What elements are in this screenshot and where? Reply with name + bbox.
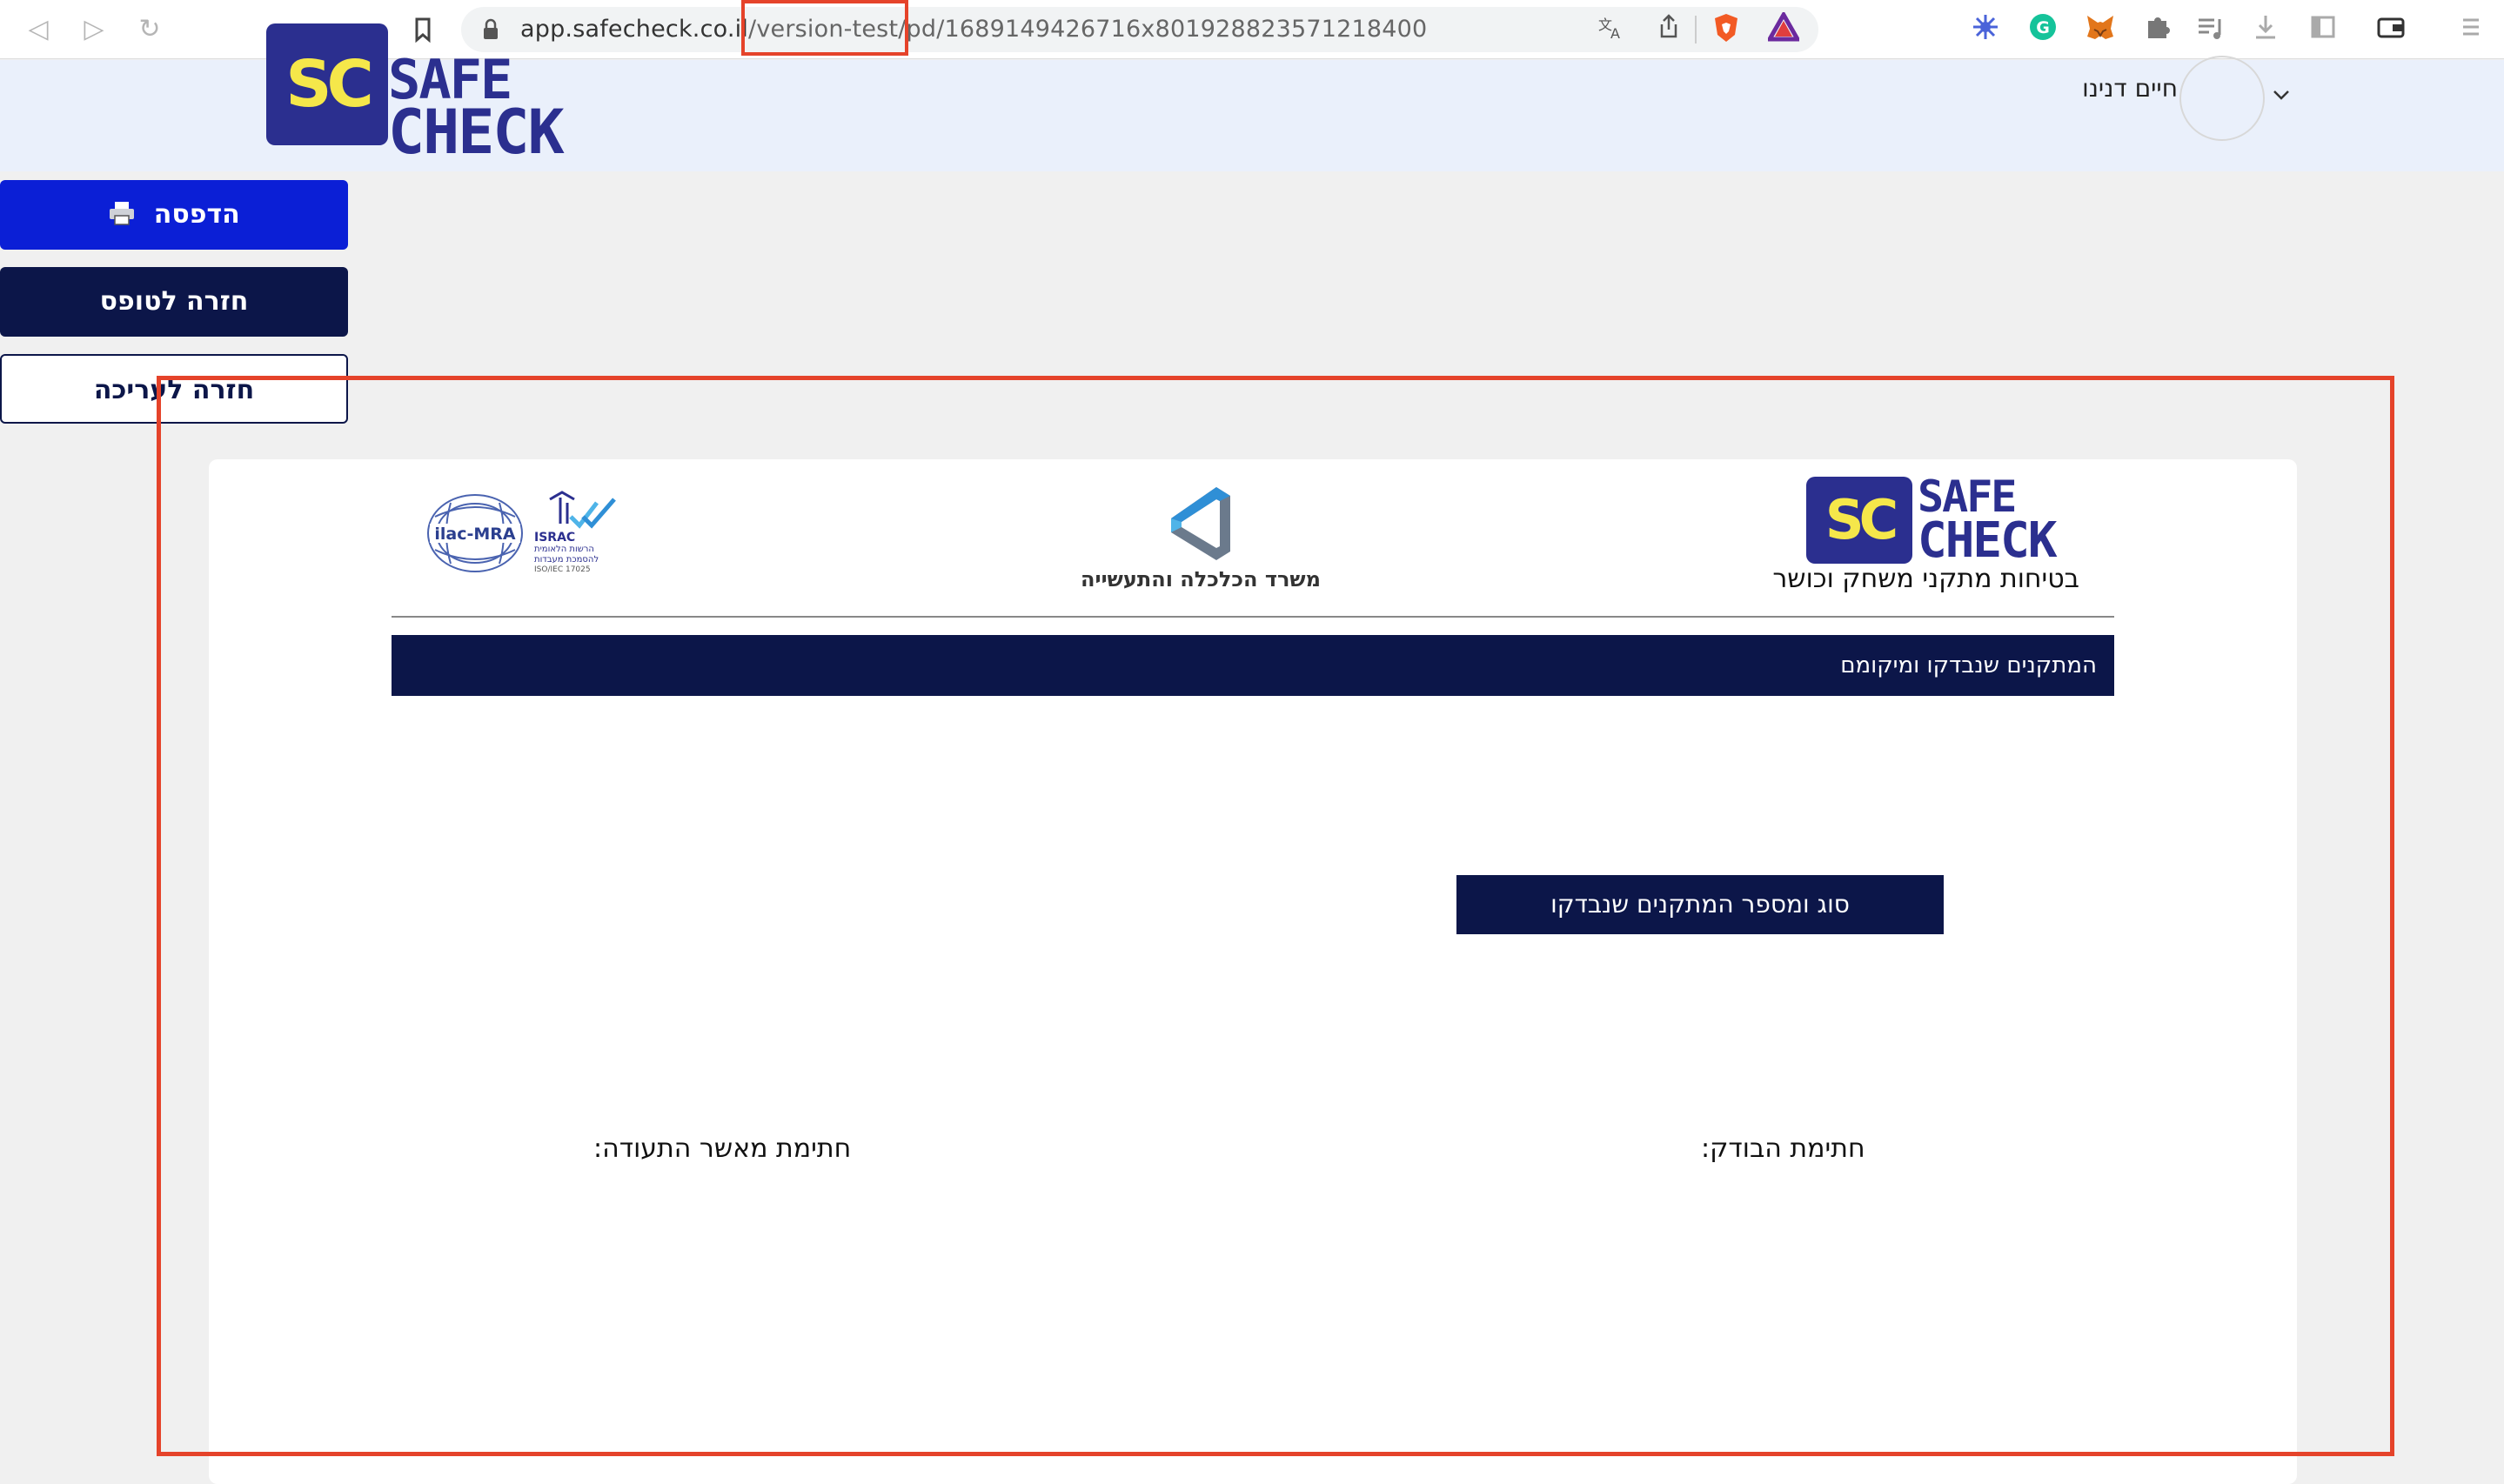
url-highlight-box	[741, 0, 908, 56]
user-name[interactable]: חיים דנינו	[2082, 74, 2178, 103]
toolbar-divider	[1695, 16, 1697, 43]
israc-logo-icon	[549, 491, 616, 529]
brave-rewards-icon[interactable]	[1765, 10, 1802, 47]
printer-icon	[110, 202, 135, 225]
avatar[interactable]	[2179, 56, 2265, 141]
header-divider	[392, 616, 2114, 618]
back-icon[interactable]: ◁	[21, 12, 56, 47]
lock-icon	[484, 18, 498, 39]
address-bar[interactable]: app.safecheck.co.il/version-test/pd/1689…	[461, 7, 1818, 52]
puzzle-icon[interactable]	[2140, 12, 2175, 47]
print-button[interactable]: הדפסה	[0, 180, 348, 250]
types-title: סוג ומספר המתקנים שנבדקו	[1550, 890, 1850, 919]
back-to-edit-button[interactable]: חזרה לעריכה	[0, 354, 348, 424]
menu-icon[interactable]	[2454, 12, 2488, 47]
url-text: app.safecheck.co.il/version-test/pd/1689…	[520, 7, 1427, 52]
media-icon[interactable]	[2193, 12, 2227, 47]
brave-shield-icon[interactable]	[1709, 12, 1744, 47]
download-icon[interactable]	[2248, 12, 2283, 47]
print-label: הדפסה	[153, 199, 240, 230]
header-logo-mark[interactable]: SC	[266, 23, 388, 145]
back-to-form-label: חזרה לטופס	[99, 286, 249, 317]
sidebar-icon[interactable]	[2306, 12, 2340, 47]
israc-label: ISRAC	[534, 531, 576, 545]
doc-tagline: בטיחות מתקני משחק וכושר	[1772, 564, 2079, 594]
bookmark-icon[interactable]	[405, 12, 440, 47]
section-title: המתקנים שנבדקו ומיקומם	[1840, 652, 2097, 678]
doc-logo-sc: SC	[1824, 488, 1898, 551]
certificate-document	[209, 459, 2297, 1484]
forward-icon[interactable]: ▷	[77, 12, 111, 47]
inspector-signature-label: חתימת הבודק:	[1701, 1133, 1865, 1164]
svg-text:A: A	[1610, 25, 1620, 42]
extension-icon[interactable]	[1968, 12, 2003, 47]
reload-icon[interactable]: ↻	[132, 12, 167, 47]
ilac-label: ilac-MRA	[434, 525, 516, 544]
ministry-label: משרד הכלכלה והתעשייה	[1081, 567, 1321, 592]
share-icon[interactable]	[1651, 12, 1686, 47]
url-host: app.safecheck.co.il	[520, 16, 749, 43]
back-to-form-button[interactable]: חזרה לטופס	[0, 267, 348, 337]
header-logo-line2: CHECK	[388, 97, 565, 168]
israc-iso: ISO/IEC 17025	[534, 565, 591, 574]
grammarly-icon[interactable]: G	[2025, 12, 2060, 47]
doc-logo-line2: CHECK	[1918, 512, 2058, 569]
header-logo-sc: SC	[285, 47, 374, 122]
chevron-down-icon[interactable]	[2269, 83, 2293, 107]
back-to-edit-label: חזרה לעריכה	[93, 375, 255, 405]
section-title-bar: המתקנים שנבדקו ומיקומם	[392, 635, 2114, 696]
israc-sub2: להסמכת מעבדות	[534, 555, 599, 565]
metamask-icon[interactable]	[2083, 12, 2118, 47]
doc-logo-mark: SC	[1806, 477, 1912, 564]
israc-sub1: הרשות הלאומית	[534, 545, 594, 554]
wallet-icon[interactable]	[2373, 12, 2408, 47]
translate-icon[interactable]: 文A	[1594, 12, 1629, 47]
ministry-logo-icon	[1171, 487, 1230, 560]
types-title-bar: סוג ומספר המתקנים שנבדקו	[1456, 875, 1944, 934]
ilac-mra-logo: ilac-MRA	[427, 494, 523, 572]
svg-text:G: G	[2036, 18, 2050, 37]
approver-signature-label: חתימת מאשר התעודה:	[593, 1133, 852, 1164]
